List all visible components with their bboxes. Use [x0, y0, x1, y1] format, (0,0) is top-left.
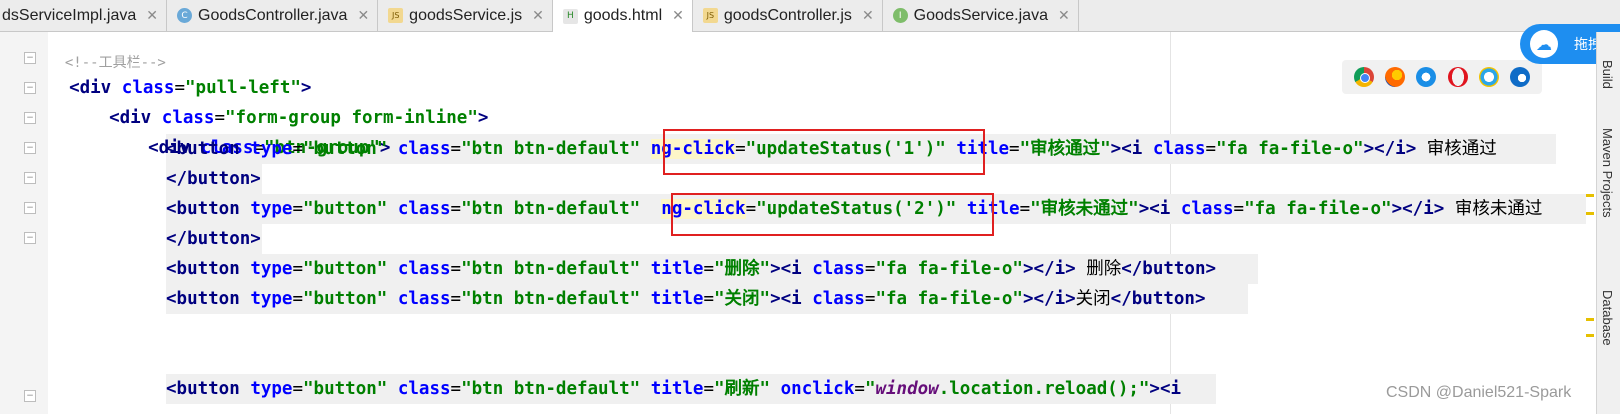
tab-goodsservice-js[interactable]: JS goodsService.js ✕ — [378, 0, 553, 31]
error-stripe-marker[interactable] — [1586, 318, 1594, 321]
code-line-1[interactable]: <div class="pull-left"> — [48, 43, 311, 98]
tab-label: goodsController.js — [723, 6, 852, 24]
tab-label: goods.html — [583, 7, 663, 24]
edge-icon[interactable] — [1510, 67, 1531, 87]
fold-icon[interactable]: − — [24, 52, 36, 64]
watermark: CSDN @Daniel521-Spark — [1386, 384, 1572, 401]
error-stripe-marker[interactable] — [1586, 334, 1594, 337]
tab-goodsservice-java[interactable]: I GoodsService.java ✕ — [883, 0, 1079, 31]
error-stripe-marker[interactable] — [1586, 212, 1594, 215]
close-icon[interactable]: ✕ — [532, 8, 544, 24]
code-line-9[interactable]: <button type="button" class="btn btn-def… — [166, 284, 1206, 314]
cloud-icon: ☁ — [1530, 30, 1558, 58]
code-line-2[interactable]: <div class="form-group form-inline"> — [88, 73, 488, 128]
firefox-icon[interactable] — [1384, 67, 1405, 87]
right-tool-sidebar — [1596, 32, 1620, 414]
chrome-icon[interactable] — [1353, 67, 1374, 87]
tab-label: GoodsService.java — [913, 6, 1048, 24]
ie-icon[interactable] — [1478, 67, 1499, 87]
fold-icon[interactable]: − — [24, 390, 36, 402]
fold-icon[interactable]: − — [24, 202, 36, 214]
code-line-3[interactable]: <div class="btn-group"> — [127, 103, 390, 158]
maven-projects-tool-tab[interactable]: Maven Projects — [1600, 128, 1615, 218]
fold-icon[interactable]: − — [24, 172, 36, 184]
code-line-7[interactable]: </button> — [166, 224, 261, 254]
js-file-icon: JS — [702, 8, 718, 23]
fold-icon[interactable]: − — [24, 112, 36, 124]
tab-goods-html[interactable]: H goods.html ✕ — [552, 0, 693, 32]
error-stripe-marker[interactable] — [1586, 194, 1594, 197]
close-icon[interactable]: ✕ — [1058, 8, 1070, 24]
tab-label: goodsService.js — [409, 6, 523, 24]
browser-preview-bar — [1342, 60, 1542, 94]
build-tool-tab[interactable]: Build — [1600, 60, 1615, 89]
class-icon: C — [177, 8, 193, 23]
code-line-12[interactable]: <button type="button" class="btn btn-def… — [166, 374, 1181, 404]
fold-icon[interactable]: − — [24, 232, 36, 244]
close-icon[interactable]: ✕ — [672, 8, 684, 24]
html-file-icon: H — [562, 8, 578, 24]
close-icon[interactable]: ✕ — [357, 8, 369, 24]
safari-icon[interactable] — [1416, 67, 1437, 87]
database-tool-tab[interactable]: Database — [1600, 290, 1615, 346]
tab-goodscontroller-js[interactable]: JS goodsController.js ✕ — [693, 0, 883, 31]
editor-tab-bar: dsServiceImpl.java ✕ C GoodsController.j… — [0, 0, 1620, 32]
js-file-icon: JS — [388, 8, 404, 23]
tab-goodscontroller-java[interactable]: C GoodsController.java ✕ — [167, 0, 379, 31]
opera-icon[interactable] — [1447, 67, 1468, 87]
tab-label: GoodsController.java — [198, 6, 348, 24]
code-line-5[interactable]: </button> — [166, 164, 261, 194]
fold-icon[interactable]: − — [24, 82, 36, 94]
interface-icon: I — [892, 8, 908, 23]
close-icon[interactable]: ✕ — [862, 8, 874, 24]
code-line-8[interactable]: <button type="button" class="btn btn-def… — [166, 254, 1216, 284]
highlight-box-reject — [671, 193, 994, 236]
fold-icon[interactable]: − — [24, 142, 36, 154]
highlight-box-approve — [663, 129, 985, 175]
